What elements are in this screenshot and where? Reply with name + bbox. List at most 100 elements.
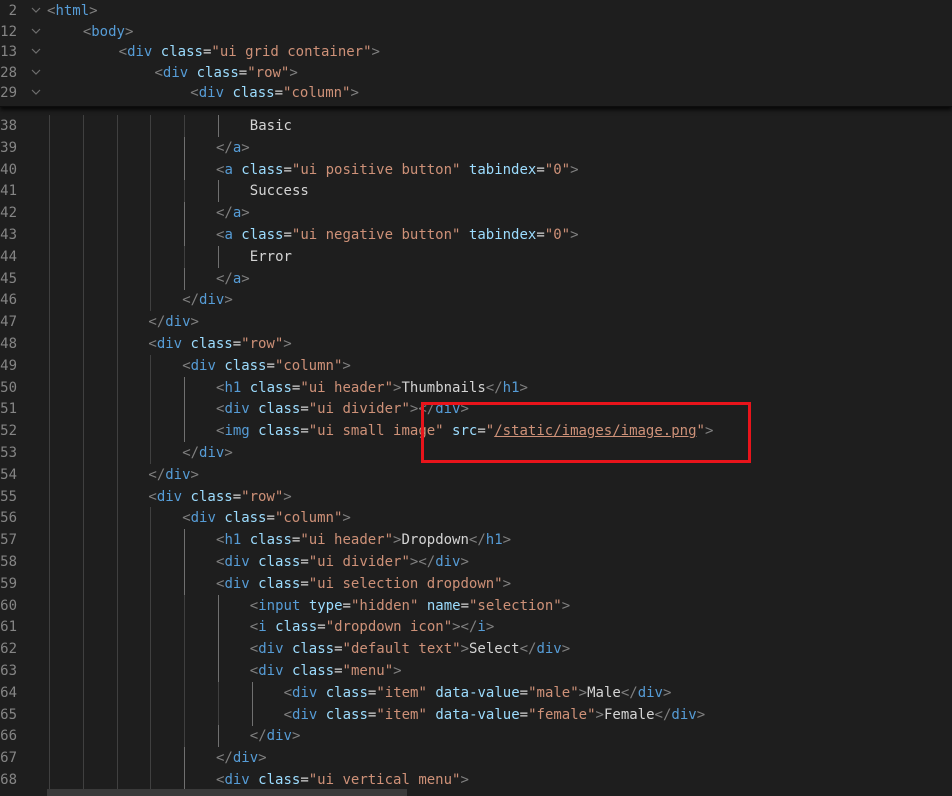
code-text[interactable]: <div class="ui vertical menu"> xyxy=(216,769,469,791)
code-text[interactable]: </a> xyxy=(216,268,250,290)
code-line[interactable]: 38 Basic xyxy=(0,115,952,137)
code-text[interactable]: <h1 class="ui header">Dropdown</h1> xyxy=(216,529,511,551)
code-text[interactable]: </div> xyxy=(250,725,301,747)
line-number[interactable]: 50 xyxy=(0,377,17,399)
line-number[interactable]: 47 xyxy=(0,311,17,333)
code-text[interactable]: </div> xyxy=(182,442,233,464)
line-number[interactable]: 57 xyxy=(0,529,17,551)
line-number[interactable]: 49 xyxy=(0,355,17,377)
line-number[interactable]: 56 xyxy=(0,507,17,529)
line-number[interactable]: 46 xyxy=(0,289,17,311)
line-number[interactable]: 55 xyxy=(0,486,17,508)
line-number[interactable]: 64 xyxy=(0,682,17,704)
code-text[interactable]: </a> xyxy=(216,137,250,159)
code-text[interactable]: Success xyxy=(250,180,309,202)
line-number[interactable]: 51 xyxy=(0,398,17,420)
line-number[interactable]: 2 xyxy=(0,0,17,22)
line-number[interactable]: 67 xyxy=(0,747,17,769)
line-number[interactable]: 48 xyxy=(0,333,17,355)
line-number[interactable]: 66 xyxy=(0,725,17,747)
line-number[interactable]: 58 xyxy=(0,551,17,573)
code-line[interactable]: 65 <div class="item" data-value="female">… xyxy=(0,703,952,726)
line-number[interactable]: 52 xyxy=(0,420,17,442)
line-number[interactable]: 41 xyxy=(0,180,17,202)
code-text[interactable]: <div class="ui divider"></div> xyxy=(216,551,469,573)
line-number[interactable]: 59 xyxy=(0,573,17,595)
line-number[interactable]: 61 xyxy=(0,616,17,638)
code-line[interactable]: 55 <div class="row"> xyxy=(0,485,952,508)
code-text[interactable]: <div class="ui selection dropdown"> xyxy=(216,573,511,595)
code-text[interactable]: </a> xyxy=(216,202,250,224)
code-text[interactable]: <div class="ui grid container"> xyxy=(119,41,380,63)
code-text[interactable]: <div class="column"> xyxy=(182,507,351,529)
code-line[interactable]: 63 <div class="menu"> xyxy=(0,660,952,682)
line-number[interactable]: 68 xyxy=(0,769,17,791)
line-number[interactable]: 53 xyxy=(0,442,17,464)
code-line[interactable]: 62 <div class="default text">Select</div> xyxy=(0,638,952,661)
line-number[interactable]: 13 xyxy=(0,41,17,63)
code-text[interactable]: <div class="column"> xyxy=(190,82,359,104)
code-line[interactable]: 46 </div> xyxy=(0,289,952,312)
code-line[interactable]: 43 <a class="ui negative button" tabindex… xyxy=(0,224,952,246)
code-line[interactable]: 59 <div class="ui selection dropdown"> xyxy=(0,572,952,595)
line-number[interactable]: 65 xyxy=(0,704,17,726)
code-line[interactable]: 58 <div class="ui divider"></div> xyxy=(0,551,952,573)
code-text[interactable]: <div class="item" data-value="male">Male… xyxy=(284,682,672,704)
code-text[interactable]: <div class="default text">Select</div> xyxy=(250,638,570,660)
line-number[interactable]: 62 xyxy=(0,638,17,660)
line-number[interactable]: 28 xyxy=(0,62,17,84)
code-text[interactable]: <input type="hidden" name="selection"> xyxy=(250,595,570,617)
code-text[interactable]: </div> xyxy=(216,747,267,769)
code-text[interactable]: <div class="column"> xyxy=(182,355,351,377)
line-number[interactable]: 39 xyxy=(0,137,17,159)
code-line[interactable]: 48 <div class="row"> xyxy=(0,333,952,355)
line-number[interactable]: 29 xyxy=(0,82,17,104)
code-line[interactable]: 45 </a> xyxy=(0,267,952,290)
code-line[interactable]: 39 </a> xyxy=(0,136,952,159)
sticky-code-line[interactable]: 13 <div class="ui grid container"> xyxy=(0,41,952,63)
line-number[interactable]: 54 xyxy=(0,464,17,486)
code-text[interactable]: </div> xyxy=(148,464,199,486)
code-line[interactable]: 57 <h1 class="ui header">Dropdown</h1> xyxy=(0,529,952,552)
code-line[interactable]: 56 <div class="column"> xyxy=(0,507,952,530)
sticky-scroll-header[interactable]: 2 <html> 12 <body> 13 <div class="ui grid con… xyxy=(0,0,952,107)
code-text[interactable]: <a class="ui negative button" tabindex="… xyxy=(216,224,579,246)
code-text[interactable]: <div class="item" data-value="female">Fe… xyxy=(284,704,706,726)
code-line[interactable]: 54 </div> xyxy=(0,463,952,486)
chevron-down-icon[interactable] xyxy=(31,41,41,63)
code-editor[interactable]: 2 <html> 12 <body> 13 <div class="ui grid con… xyxy=(0,0,952,796)
line-number[interactable]: 40 xyxy=(0,159,17,181)
line-number[interactable]: 44 xyxy=(0,246,17,268)
line-number[interactable]: 60 xyxy=(0,595,17,617)
sticky-code-line[interactable]: 28 <div class="row"> xyxy=(0,62,952,84)
code-text[interactable]: <div class="menu"> xyxy=(250,660,402,682)
code-line[interactable]: 66 </div> xyxy=(0,725,952,748)
chevron-down-icon[interactable] xyxy=(31,21,41,43)
chevron-down-icon[interactable] xyxy=(31,0,41,22)
line-number[interactable]: 63 xyxy=(0,660,17,682)
chevron-down-icon[interactable] xyxy=(31,62,41,84)
code-line[interactable]: 42 </a> xyxy=(0,202,952,225)
code-line[interactable]: 68 <div class="ui vertical menu"> xyxy=(0,769,952,791)
code-text[interactable]: <div class="row"> xyxy=(148,486,291,508)
sticky-code-line[interactable]: 12 <body> xyxy=(0,21,952,43)
horizontal-scrollbar[interactable] xyxy=(47,789,407,796)
code-line[interactable]: 60 <input type="hidden" name="selection"> xyxy=(0,594,952,617)
sticky-code-line[interactable]: 2 <html> xyxy=(0,0,952,22)
code-text[interactable]: <h1 class="ui header">Thumbnails</h1> xyxy=(216,377,528,399)
line-number[interactable]: 38 xyxy=(0,115,17,137)
code-line[interactable]: 47 </div> xyxy=(0,311,952,334)
line-number[interactable]: 42 xyxy=(0,202,17,224)
code-text[interactable]: Basic xyxy=(250,115,292,137)
code-line[interactable]: 61 <i class="dropdown icon"></i> xyxy=(0,616,952,639)
chevron-down-icon[interactable] xyxy=(31,82,41,104)
line-number[interactable]: 45 xyxy=(0,268,17,290)
code-text[interactable]: </div> xyxy=(148,311,199,333)
code-line[interactable]: 50 <h1 class="ui header">Thumbnails</h1> xyxy=(0,376,952,399)
line-number[interactable]: 12 xyxy=(0,21,17,43)
code-line[interactable]: 40 <a class="ui positive button" tabindex… xyxy=(0,158,952,181)
code-text[interactable]: <a class="ui positive button" tabindex="… xyxy=(216,159,579,181)
sticky-code-line[interactable]: 29 <div class="column"> xyxy=(0,82,952,104)
code-text[interactable]: </div> xyxy=(182,289,233,311)
code-text[interactable]: <div class="row"> xyxy=(154,62,297,84)
